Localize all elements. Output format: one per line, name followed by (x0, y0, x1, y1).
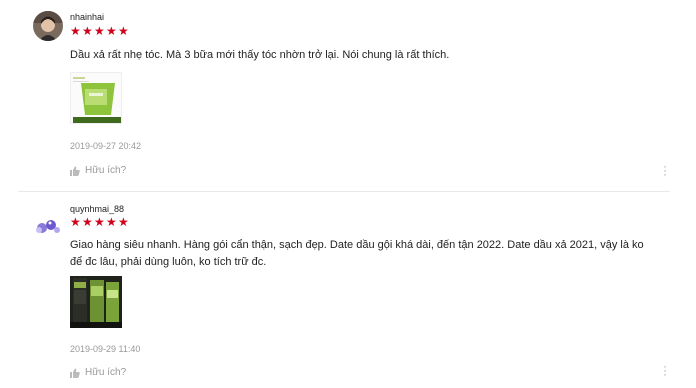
rating-stars: ★ ★ ★ ★ ★ (70, 215, 129, 229)
avatar[interactable] (33, 11, 63, 41)
star-icon: ★ (70, 215, 81, 229)
more-options-icon[interactable]: · · · (662, 360, 668, 380)
star-icon: ★ (82, 215, 93, 229)
helpful-label: Hữu ích? (85, 165, 127, 176)
helpful-button[interactable]: Hữu ích? (70, 165, 126, 176)
avatar[interactable] (33, 207, 63, 237)
review-photo-thumbnail[interactable] (70, 276, 122, 328)
star-icon: ★ (94, 215, 105, 229)
review-photo-thumbnail[interactable] (70, 72, 122, 124)
star-icon: ★ (118, 215, 129, 229)
star-icon: ★ (118, 24, 129, 38)
username[interactable]: nhainhai (70, 12, 104, 22)
star-icon: ★ (82, 24, 93, 38)
review-card: quynhmai_88 ★ ★ ★ ★ ★ Giao hàng siêu nha… (18, 193, 670, 388)
review-card: nhainhai ★ ★ ★ ★ ★ Dầu xả rất nhẹ tóc. M… (18, 0, 670, 192)
review-comment: Dầu xả rất nhẹ tóc. Mà 3 bữa mới thấy tó… (70, 49, 450, 61)
username[interactable]: quynhmai_88 (70, 204, 124, 214)
star-icon: ★ (70, 24, 81, 38)
rating-stars: ★ ★ ★ ★ ★ (70, 24, 129, 38)
star-icon: ★ (94, 24, 105, 38)
more-options-icon[interactable]: · · · (662, 160, 668, 180)
review-timestamp: 2019-09-29 11:40 (70, 344, 141, 354)
review-timestamp: 2019-09-27 20:42 (70, 141, 142, 151)
star-icon: ★ (106, 24, 117, 38)
helpful-button[interactable]: Hữu ích? (70, 367, 126, 378)
helpful-label: Hữu ích? (85, 367, 127, 378)
thumbs-up-icon (70, 166, 80, 176)
thumbs-up-icon (70, 368, 80, 378)
star-icon: ★ (106, 215, 117, 229)
review-comment: Giao hàng siêu nhanh. Hàng gói cẩn thận,… (70, 239, 644, 268)
